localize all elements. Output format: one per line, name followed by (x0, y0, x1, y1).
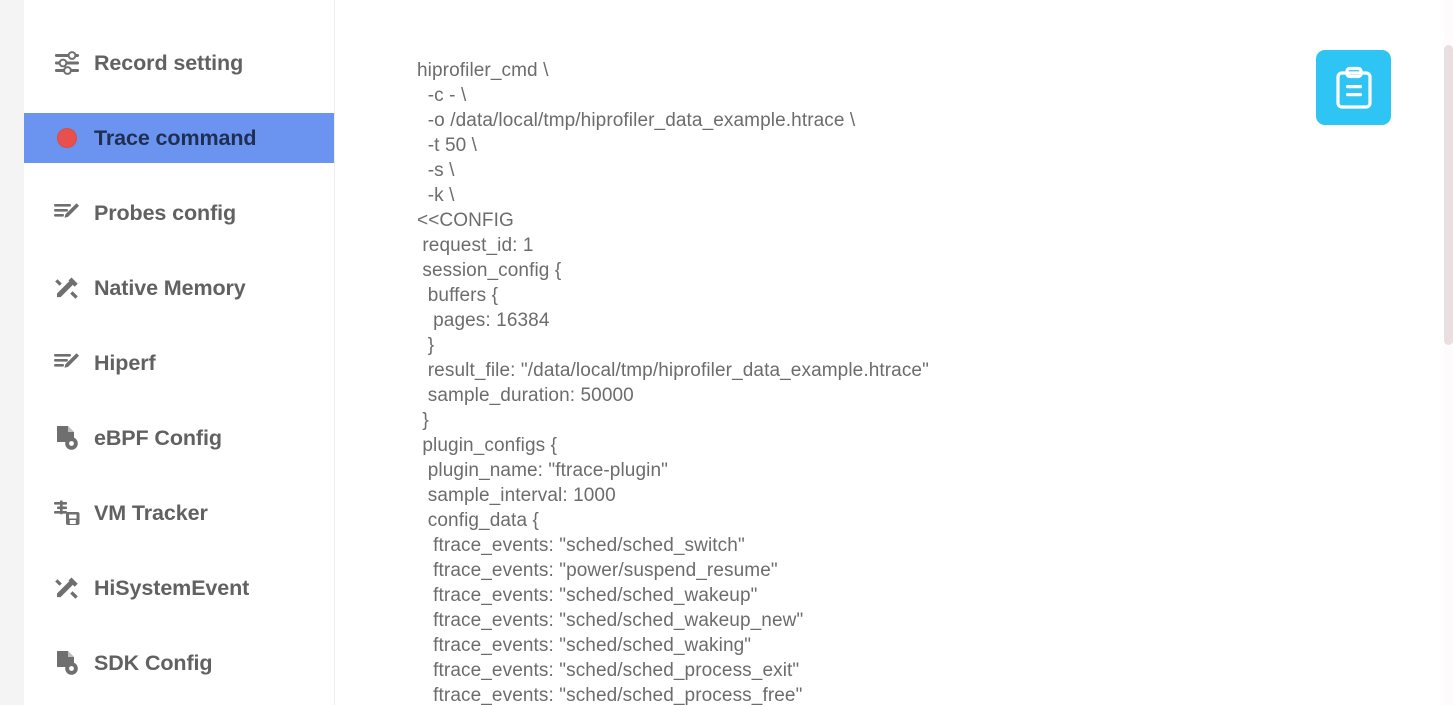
sidebar-item-probes-config[interactable]: Probes config (24, 188, 334, 238)
app-root: Record setting Trace command Probes config… (0, 0, 1453, 705)
vertical-scrollbar-track[interactable] (1444, 0, 1453, 705)
trace-command-text[interactable]: hiprofiler_cmd \ -c - \ -o /data/local/t… (417, 58, 1333, 705)
sidebar-item-label: Record setting (94, 50, 244, 75)
sidebar-item-label: HiSystemEvent (94, 575, 250, 600)
main-content: hiprofiler_cmd \ -c - \ -o /data/local/t… (335, 0, 1453, 705)
document-gear-icon (57, 426, 78, 450)
sliders-icon (52, 48, 82, 78)
sidebar-item-record-setting[interactable]: Record setting (24, 38, 334, 88)
clipboard-icon (1334, 66, 1374, 110)
server-icon (52, 498, 82, 528)
tools-icon (55, 277, 78, 299)
sliders-icon (55, 51, 79, 75)
sidebar-item-label: VM Tracker (94, 500, 208, 525)
sidebar-item-label: Trace command (94, 125, 257, 150)
tools-icon (52, 273, 82, 303)
sidebar-item-sdk-config[interactable]: SDK Config (24, 638, 334, 688)
sidebar-item-trace-command[interactable]: Trace command (24, 113, 334, 163)
sidebar-item-label: Hiperf (94, 350, 156, 375)
document-gear-icon (52, 423, 82, 453)
sidebar-item-native-memory[interactable]: Native Memory (24, 263, 334, 313)
left-gutter (0, 0, 24, 705)
trace-command-panel: hiprofiler_cmd \ -c - \ -o /data/local/t… (417, 58, 1333, 705)
document-gear-icon (57, 651, 78, 675)
edit-lines-icon (52, 348, 82, 378)
sidebar: Record setting Trace command Probes config… (24, 0, 335, 705)
edit-lines-icon (54, 203, 80, 218)
sidebar-item-label: eBPF Config (94, 425, 222, 450)
record-dot-icon (57, 128, 77, 148)
sidebar-item-vm-tracker[interactable]: VM Tracker (24, 488, 334, 538)
sidebar-item-label: Probes config (94, 200, 237, 225)
tools-icon (55, 577, 78, 599)
tools-icon (52, 573, 82, 603)
edit-lines-icon (52, 198, 82, 228)
sidebar-item-label: SDK Config (94, 650, 213, 675)
sidebar-item-hisystemevent[interactable]: HiSystemEvent (24, 563, 334, 613)
edit-lines-icon (54, 353, 80, 368)
sidebar-item-ebpf-config[interactable]: eBPF Config (24, 413, 334, 463)
sidebar-item-hiperf[interactable]: Hiperf (24, 338, 334, 388)
server-icon (54, 500, 80, 525)
vertical-scrollbar-thumb[interactable] (1444, 45, 1453, 345)
sidebar-item-label: Native Memory (94, 275, 246, 300)
document-gear-icon (52, 648, 82, 678)
copy-command-button[interactable] (1316, 50, 1391, 125)
record-dot-icon (52, 123, 82, 153)
